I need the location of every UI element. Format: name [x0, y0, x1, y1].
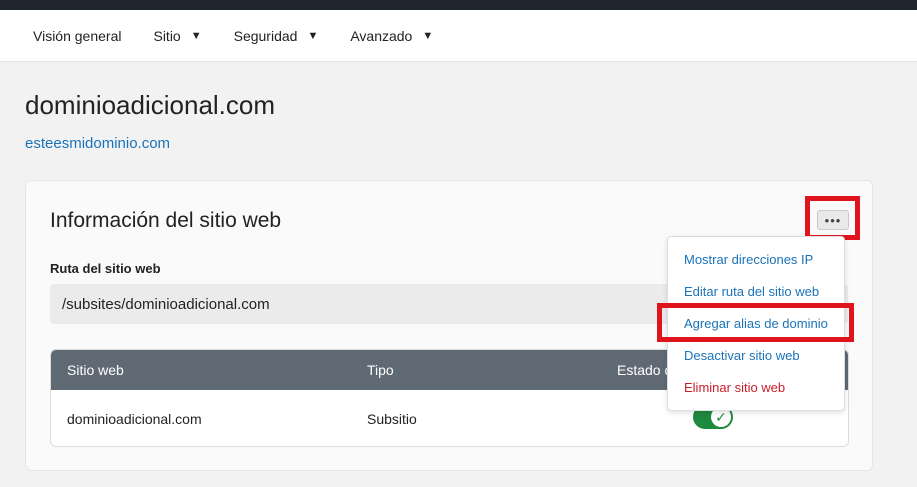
menu-item-show-ip[interactable]: Mostrar direcciones IP — [684, 252, 813, 267]
page-title: dominioadicional.com — [25, 90, 276, 120]
menu-item-edit-path[interactable]: Editar ruta del sitio web — [684, 284, 819, 299]
nav-item-advanced[interactable]: Avanzado ▼ — [350, 28, 433, 44]
menu-item-delete[interactable]: Eliminar sitio web — [684, 380, 785, 395]
column-header-site: Sitio web — [67, 362, 124, 378]
nav-item-label: Seguridad — [233, 27, 298, 44]
cell-type: Subsitio — [367, 411, 417, 427]
nav-item-security[interactable]: Seguridad ▼ — [234, 28, 319, 44]
column-header-type: Tipo — [367, 362, 394, 378]
website-path-value: /subsites/dominioadicional.com — [62, 295, 270, 313]
nav-item-label: Visión general — [33, 27, 122, 44]
highlight-box-more-button — [805, 196, 860, 240]
nav-item-overview[interactable]: Visión general — [33, 28, 121, 44]
path-label: Ruta del sitio web — [50, 261, 161, 276]
nav-item-label: Avanzado — [350, 27, 413, 44]
main-nav: Visión general Sitio ▼ Seguridad ▼ Avanz… — [0, 10, 917, 62]
highlight-box-add-alias — [657, 303, 854, 342]
menu-item-deactivate[interactable]: Desactivar sitio web — [684, 348, 800, 363]
card-title: Información del sitio web — [50, 209, 282, 232]
caret-down-icon: ▼ — [307, 29, 319, 42]
caret-down-icon: ▼ — [190, 29, 202, 42]
domain-alias-link[interactable]: esteesmidominio.com — [25, 135, 170, 152]
column-header-status: Estado d — [617, 362, 673, 378]
nav-item-label: Sitio — [153, 27, 181, 44]
nav-item-site[interactable]: Sitio ▼ — [153, 28, 201, 44]
top-bar — [0, 0, 917, 10]
cell-site: dominioadicional.com — [67, 411, 202, 427]
caret-down-icon: ▼ — [422, 29, 434, 42]
